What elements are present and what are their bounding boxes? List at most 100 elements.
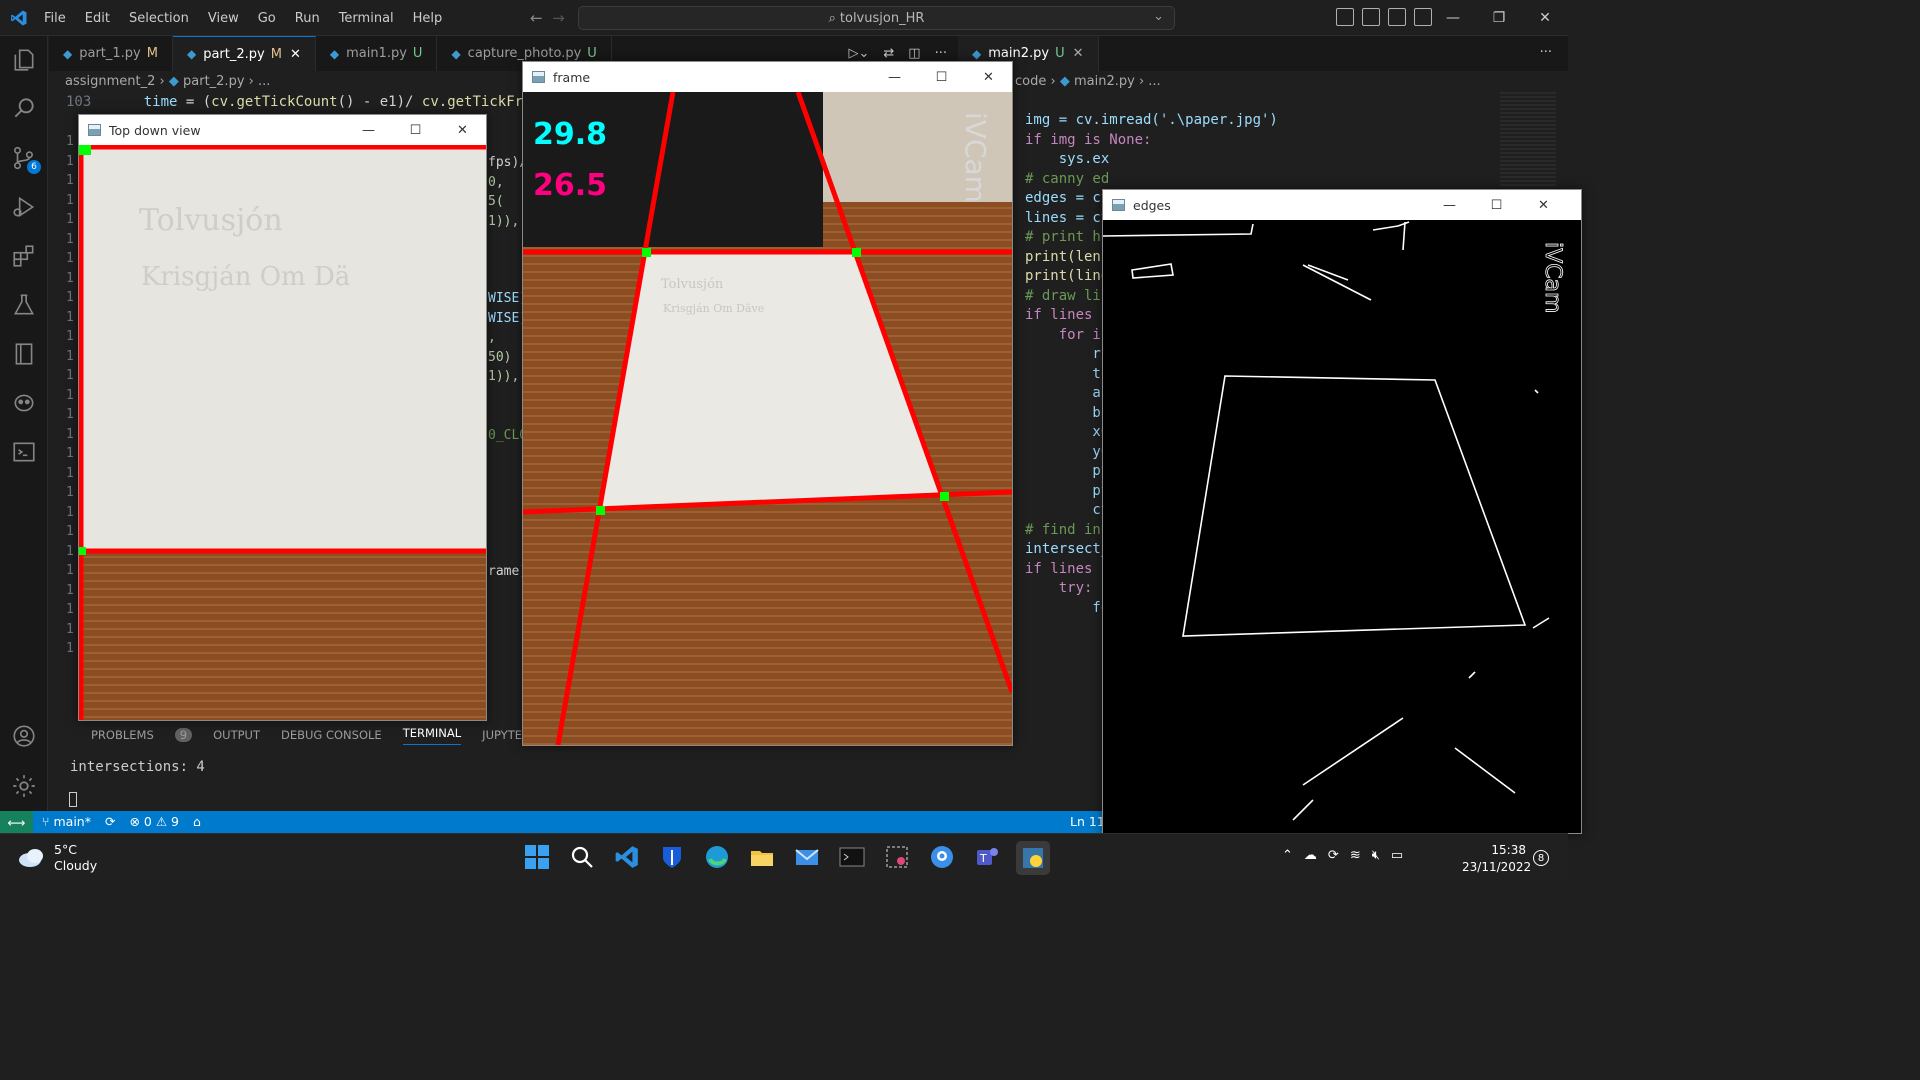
update-icon[interactable]: ⟳ [1328, 848, 1339, 863]
maximize-icon[interactable]: ☐ [918, 62, 965, 92]
source-control-icon[interactable]: 6 [10, 144, 41, 174]
accounts-icon[interactable] [10, 722, 38, 750]
bitwarden-icon[interactable] [659, 844, 687, 872]
code-fragment: 0_CLO [488, 427, 522, 443]
maximize-icon[interactable]: ☐ [392, 115, 439, 145]
run-debug-icon[interactable] [10, 193, 38, 221]
notification-badge[interactable]: 8 [1533, 850, 1549, 866]
edges-window[interactable]: edges — ☐ ✕ iVCam [1102, 189, 1582, 834]
breadcrumb-folder[interactable]: code [1015, 74, 1046, 89]
more-actions-icon[interactable]: ··· [1540, 45, 1552, 60]
minimize-icon[interactable]: — [1430, 0, 1476, 36]
code-line-103[interactable]: 103 time = (cv.getTickCount() - e1)/ cv.… [66, 94, 548, 110]
python-file-icon: ◆ [186, 47, 197, 61]
clock[interactable]: 15:38 23/11/2022 [1462, 842, 1531, 876]
minimap[interactable] [1500, 92, 1556, 187]
ivcam-icon[interactable] [929, 844, 957, 872]
breadcrumb-symbol[interactable]: ... [258, 74, 270, 89]
tab-part-1[interactable]: ◆ part_1.py M [49, 36, 173, 71]
toggle-secondary-sidebar-icon[interactable] [1388, 8, 1406, 26]
notebook-icon[interactable] [10, 340, 38, 368]
toggle-sidebar-icon[interactable] [1336, 8, 1354, 26]
chevron-down-icon[interactable]: ⌄ [1153, 9, 1164, 24]
minimize-icon[interactable]: — [871, 62, 918, 92]
window-titlebar[interactable]: frame — ☐ ✕ [523, 62, 1012, 92]
corner-point [852, 248, 861, 257]
file-explorer-icon[interactable] [749, 844, 777, 872]
testing-icon[interactable] [10, 291, 38, 319]
close-icon[interactable]: ✕ [439, 115, 486, 145]
maximize-icon[interactable]: ☐ [1473, 190, 1520, 220]
tab-main1[interactable]: ◆ main1.py U [316, 36, 438, 71]
branch-status[interactable]: ⑂ main* [42, 814, 91, 829]
minimize-icon[interactable]: — [345, 115, 392, 145]
settings-gear-icon[interactable] [10, 772, 38, 800]
forward-arrow-icon[interactable]: → [552, 9, 565, 27]
split-editor-icon[interactable]: ◫ [908, 46, 920, 61]
window-titlebar[interactable]: edges — ☐ ✕ [1103, 190, 1581, 220]
alien-extension-icon[interactable] [10, 389, 38, 417]
menu-edit[interactable]: Edit [85, 11, 110, 26]
taskbar-search-icon[interactable] [569, 844, 597, 872]
close-icon[interactable]: ✕ [1520, 190, 1567, 220]
python-file-icon: ◆ [972, 46, 982, 61]
breadcrumb-folder[interactable]: assignment_2 [65, 74, 155, 89]
menu-help[interactable]: Help [413, 11, 443, 26]
terminal-app-icon[interactable] [839, 844, 867, 872]
close-icon[interactable]: ✕ [1522, 0, 1568, 36]
onedrive-icon[interactable]: ☁ [1304, 848, 1317, 863]
menu-terminal[interactable]: Terminal [339, 11, 394, 26]
search-icon[interactable] [10, 94, 38, 122]
corner-point [940, 492, 949, 501]
close-icon[interactable]: ✕ [965, 62, 1012, 92]
menu-selection[interactable]: Selection [129, 11, 189, 26]
run-python-icon[interactable]: ▷⌄ [849, 46, 870, 61]
weather-widget[interactable]: 5°C Cloudy [18, 842, 97, 874]
top-down-view-window[interactable]: Top down view — ☐ ✕ Tolvusjón Krisgján O… [78, 114, 487, 721]
close-tab-icon[interactable]: ✕ [1073, 46, 1084, 61]
battery-icon[interactable]: ▭ [1391, 848, 1403, 863]
breadcrumb-file[interactable]: part_2.py [183, 74, 245, 89]
minimize-icon[interactable]: — [1426, 190, 1473, 220]
remote-indicator-icon[interactable]: ⟷ [0, 811, 33, 833]
vscode-taskbar-icon[interactable] [614, 844, 642, 872]
problems-status[interactable]: ⊗ 0 ⚠ 9 [129, 814, 179, 829]
terminal-cursor[interactable] [69, 792, 77, 807]
explorer-icon[interactable] [10, 46, 38, 74]
breadcrumb-file[interactable]: main2.py [1074, 74, 1135, 89]
more-actions-icon[interactable]: ··· [935, 46, 947, 61]
window-title: Top down view [109, 122, 201, 138]
tab-output[interactable]: OUTPUT [213, 728, 260, 742]
command-center-search[interactable]: ⌕ tolvusjon_HR ⌄ [578, 6, 1175, 30]
sync-icon[interactable]: ⟳ [105, 814, 115, 829]
tab-terminal[interactable]: TERMINAL [402, 726, 462, 745]
python-app-icon[interactable] [1016, 841, 1050, 875]
restore-icon[interactable]: ❐ [1476, 0, 1522, 36]
snipping-tool-icon[interactable] [884, 844, 912, 872]
wifi-icon[interactable]: ≋ [1350, 848, 1361, 863]
menu-file[interactable]: File [44, 11, 66, 26]
extensions-icon[interactable] [10, 242, 38, 270]
teams-icon[interactable]: T [974, 844, 1002, 872]
home-icon[interactable]: ⌂ [193, 814, 201, 829]
compare-changes-icon[interactable]: ⇄ [883, 46, 894, 61]
frame-window[interactable]: frame — ☐ ✕ Tolvusjón Krisgján Om Däve 2… [522, 61, 1013, 746]
tab-debug-console[interactable]: DEBUG CONSOLE [281, 728, 382, 742]
tab-problems[interactable]: PROBLEMS 9 [70, 728, 193, 742]
back-arrow-icon[interactable]: ← [530, 9, 543, 27]
menu-run[interactable]: Run [295, 11, 320, 26]
tab-part-2[interactable]: ◆ part_2.py M ✕ [172, 36, 316, 71]
cursor-position[interactable]: Ln 11 [1070, 814, 1105, 829]
toggle-panel-icon[interactable] [1362, 8, 1380, 26]
show-hidden-icons-chevron-icon[interactable]: ⌃ [1282, 848, 1293, 863]
speaker-muted-icon[interactable]: 🔇︎ [1372, 848, 1380, 863]
edge-browser-icon[interactable] [704, 844, 732, 872]
start-icon[interactable] [524, 844, 552, 872]
window-titlebar[interactable]: Top down view — ☐ ✕ [79, 115, 486, 145]
mail-icon[interactable] [794, 844, 822, 872]
breadcrumb-symbol[interactable]: ... [1148, 74, 1160, 89]
menu-view[interactable]: View [208, 11, 239, 26]
menu-go[interactable]: Go [258, 11, 276, 26]
terminal-view-icon[interactable] [10, 438, 38, 466]
close-tab-icon[interactable]: ✕ [290, 47, 301, 62]
